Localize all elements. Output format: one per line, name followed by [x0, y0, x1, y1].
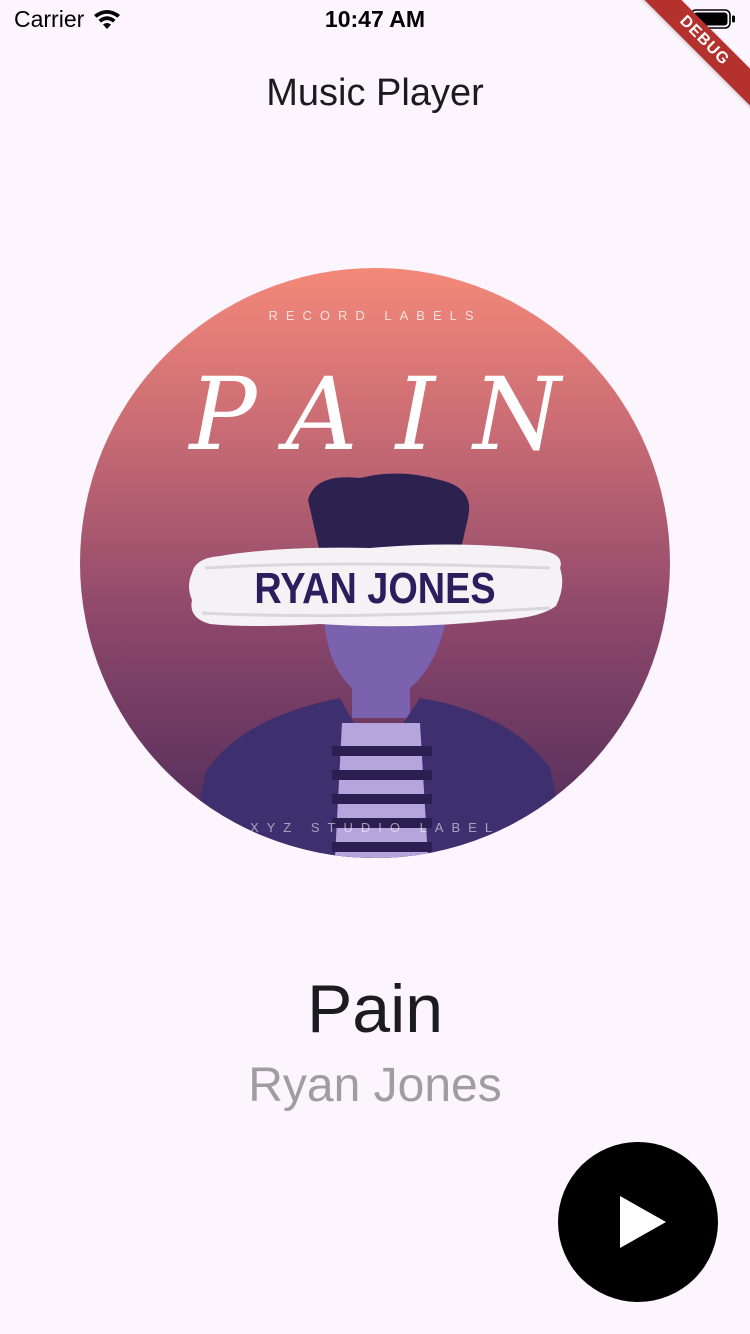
page-title: Music Player	[266, 72, 484, 114]
track-title: Pain	[306, 971, 444, 1047]
play-button[interactable]	[558, 1142, 718, 1302]
album-art: RECORD LABELS PAIN RYAN JONES XYZ STUDIO…	[80, 268, 670, 858]
album-bottom-label: XYZ STUDIO LABEL	[249, 820, 501, 835]
track-artist: Ryan Jones	[248, 1059, 502, 1112]
album-artist-banner: RYAN JONES	[254, 564, 496, 613]
album-title: PAIN	[189, 356, 599, 473]
status-bar: Carrier 10:47 AM	[0, 0, 750, 40]
album-top-label: RECORD LABELS	[268, 308, 482, 323]
play-icon	[620, 1196, 666, 1248]
status-time: 10:47 AM	[324, 6, 426, 32]
